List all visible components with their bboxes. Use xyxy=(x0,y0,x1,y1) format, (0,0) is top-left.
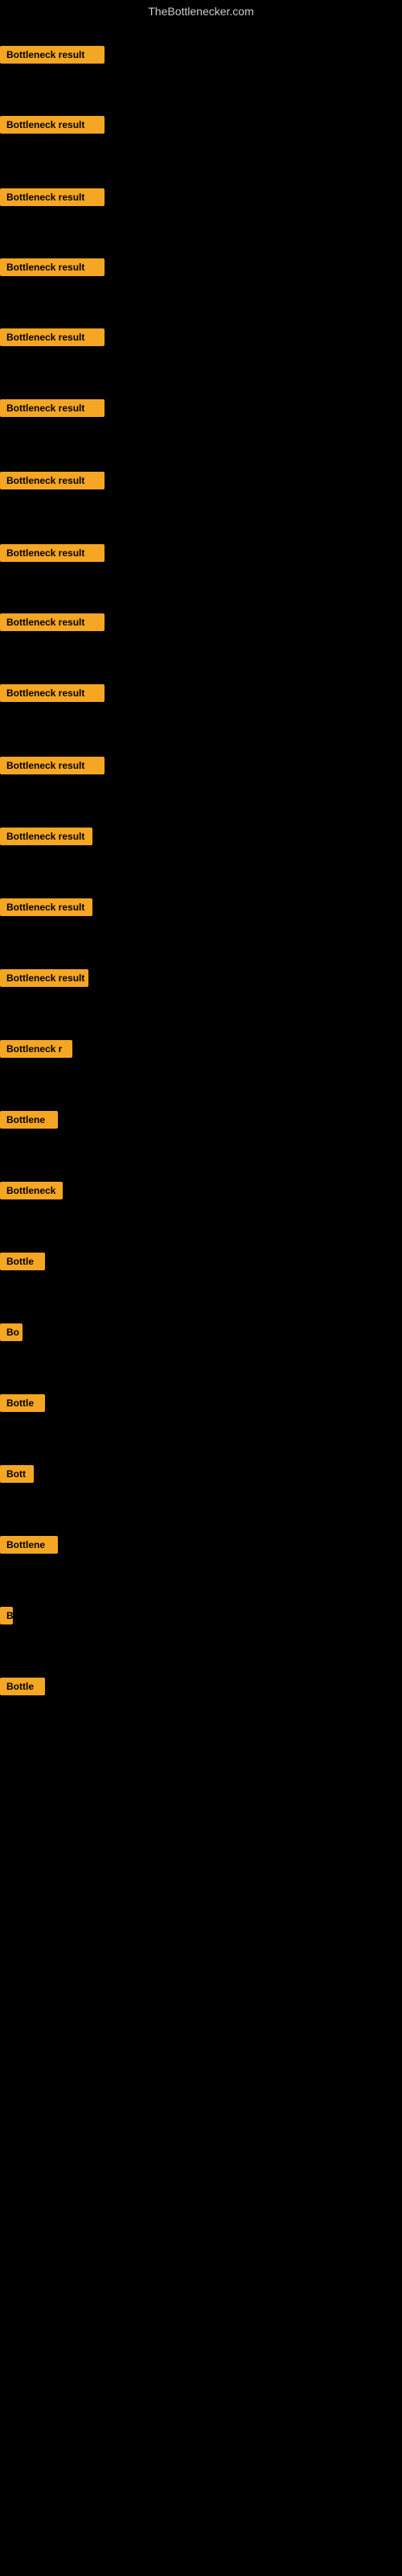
bottleneck-badge-container-22: Bottlene xyxy=(0,1536,58,1558)
bottleneck-badge-container-24: Bottle xyxy=(0,1678,45,1699)
bottleneck-result-badge[interactable]: Bottleneck result xyxy=(0,258,105,276)
bottleneck-badge-container-3: Bottleneck result xyxy=(0,188,105,210)
bottleneck-badge-container-7: Bottleneck result xyxy=(0,472,105,493)
bottleneck-result-badge[interactable]: Bottleneck result xyxy=(0,116,105,134)
bottleneck-result-badge[interactable]: Bottle xyxy=(0,1678,45,1695)
bottleneck-badge-container-2: Bottleneck result xyxy=(0,116,105,138)
bottleneck-badge-container-15: Bottleneck r xyxy=(0,1040,72,1062)
bottleneck-result-badge[interactable]: Bottlene xyxy=(0,1111,58,1129)
bottleneck-result-badge[interactable]: Bottleneck result xyxy=(0,544,105,562)
bottleneck-result-badge[interactable]: Bottleneck result xyxy=(0,757,105,774)
bottleneck-result-badge[interactable]: Bottleneck result xyxy=(0,613,105,631)
bottleneck-badge-container-10: Bottleneck result xyxy=(0,684,105,706)
bottleneck-result-badge[interactable]: Bottlene xyxy=(0,1536,58,1554)
bottleneck-badge-container-23: B xyxy=(0,1607,13,1629)
bottleneck-badge-container-16: Bottlene xyxy=(0,1111,58,1133)
bottleneck-badge-container-8: Bottleneck result xyxy=(0,544,105,566)
bottleneck-result-badge[interactable]: Bottleneck result xyxy=(0,46,105,64)
bottleneck-result-badge[interactable]: Bottleneck result xyxy=(0,399,105,417)
bottleneck-badge-container-19: Bo xyxy=(0,1323,23,1345)
bottleneck-badge-container-20: Bottle xyxy=(0,1394,45,1416)
bottleneck-badge-container-5: Bottleneck result xyxy=(0,328,105,350)
bottleneck-badge-container-17: Bottleneck xyxy=(0,1182,63,1203)
bottleneck-badge-container-6: Bottleneck result xyxy=(0,399,105,421)
bottleneck-result-badge[interactable]: Bottleneck result xyxy=(0,828,92,845)
bottleneck-result-badge[interactable]: Bo xyxy=(0,1323,23,1341)
bottleneck-badge-container-9: Bottleneck result xyxy=(0,613,105,635)
bottleneck-result-badge[interactable]: Bottleneck result xyxy=(0,328,105,346)
bottleneck-badge-container-1: Bottleneck result xyxy=(0,46,105,68)
bottleneck-result-badge[interactable]: Bott xyxy=(0,1465,34,1483)
bottleneck-result-badge[interactable]: Bottleneck result xyxy=(0,969,88,987)
bottleneck-result-badge[interactable]: B xyxy=(0,1607,13,1624)
bottleneck-result-badge[interactable]: Bottleneck r xyxy=(0,1040,72,1058)
bottleneck-badge-container-21: Bott xyxy=(0,1465,34,1487)
bottleneck-badge-container-18: Bottle xyxy=(0,1253,45,1274)
bottleneck-result-badge[interactable]: Bottle xyxy=(0,1253,45,1270)
bottleneck-result-badge[interactable]: Bottleneck result xyxy=(0,898,92,916)
bottleneck-result-badge[interactable]: Bottleneck result xyxy=(0,472,105,489)
bottleneck-badge-container-11: Bottleneck result xyxy=(0,757,105,778)
bottleneck-badge-container-4: Bottleneck result xyxy=(0,258,105,280)
bottleneck-result-badge[interactable]: Bottleneck xyxy=(0,1182,63,1199)
bottleneck-result-badge[interactable]: Bottle xyxy=(0,1394,45,1412)
bottleneck-result-badge[interactable]: Bottleneck result xyxy=(0,188,105,206)
bottleneck-badge-container-12: Bottleneck result xyxy=(0,828,92,849)
bottleneck-result-badge[interactable]: Bottleneck result xyxy=(0,684,105,702)
site-title: TheBottlenecker.com xyxy=(0,0,402,23)
bottleneck-badge-container-13: Bottleneck result xyxy=(0,898,92,920)
bottleneck-badge-container-14: Bottleneck result xyxy=(0,969,88,991)
